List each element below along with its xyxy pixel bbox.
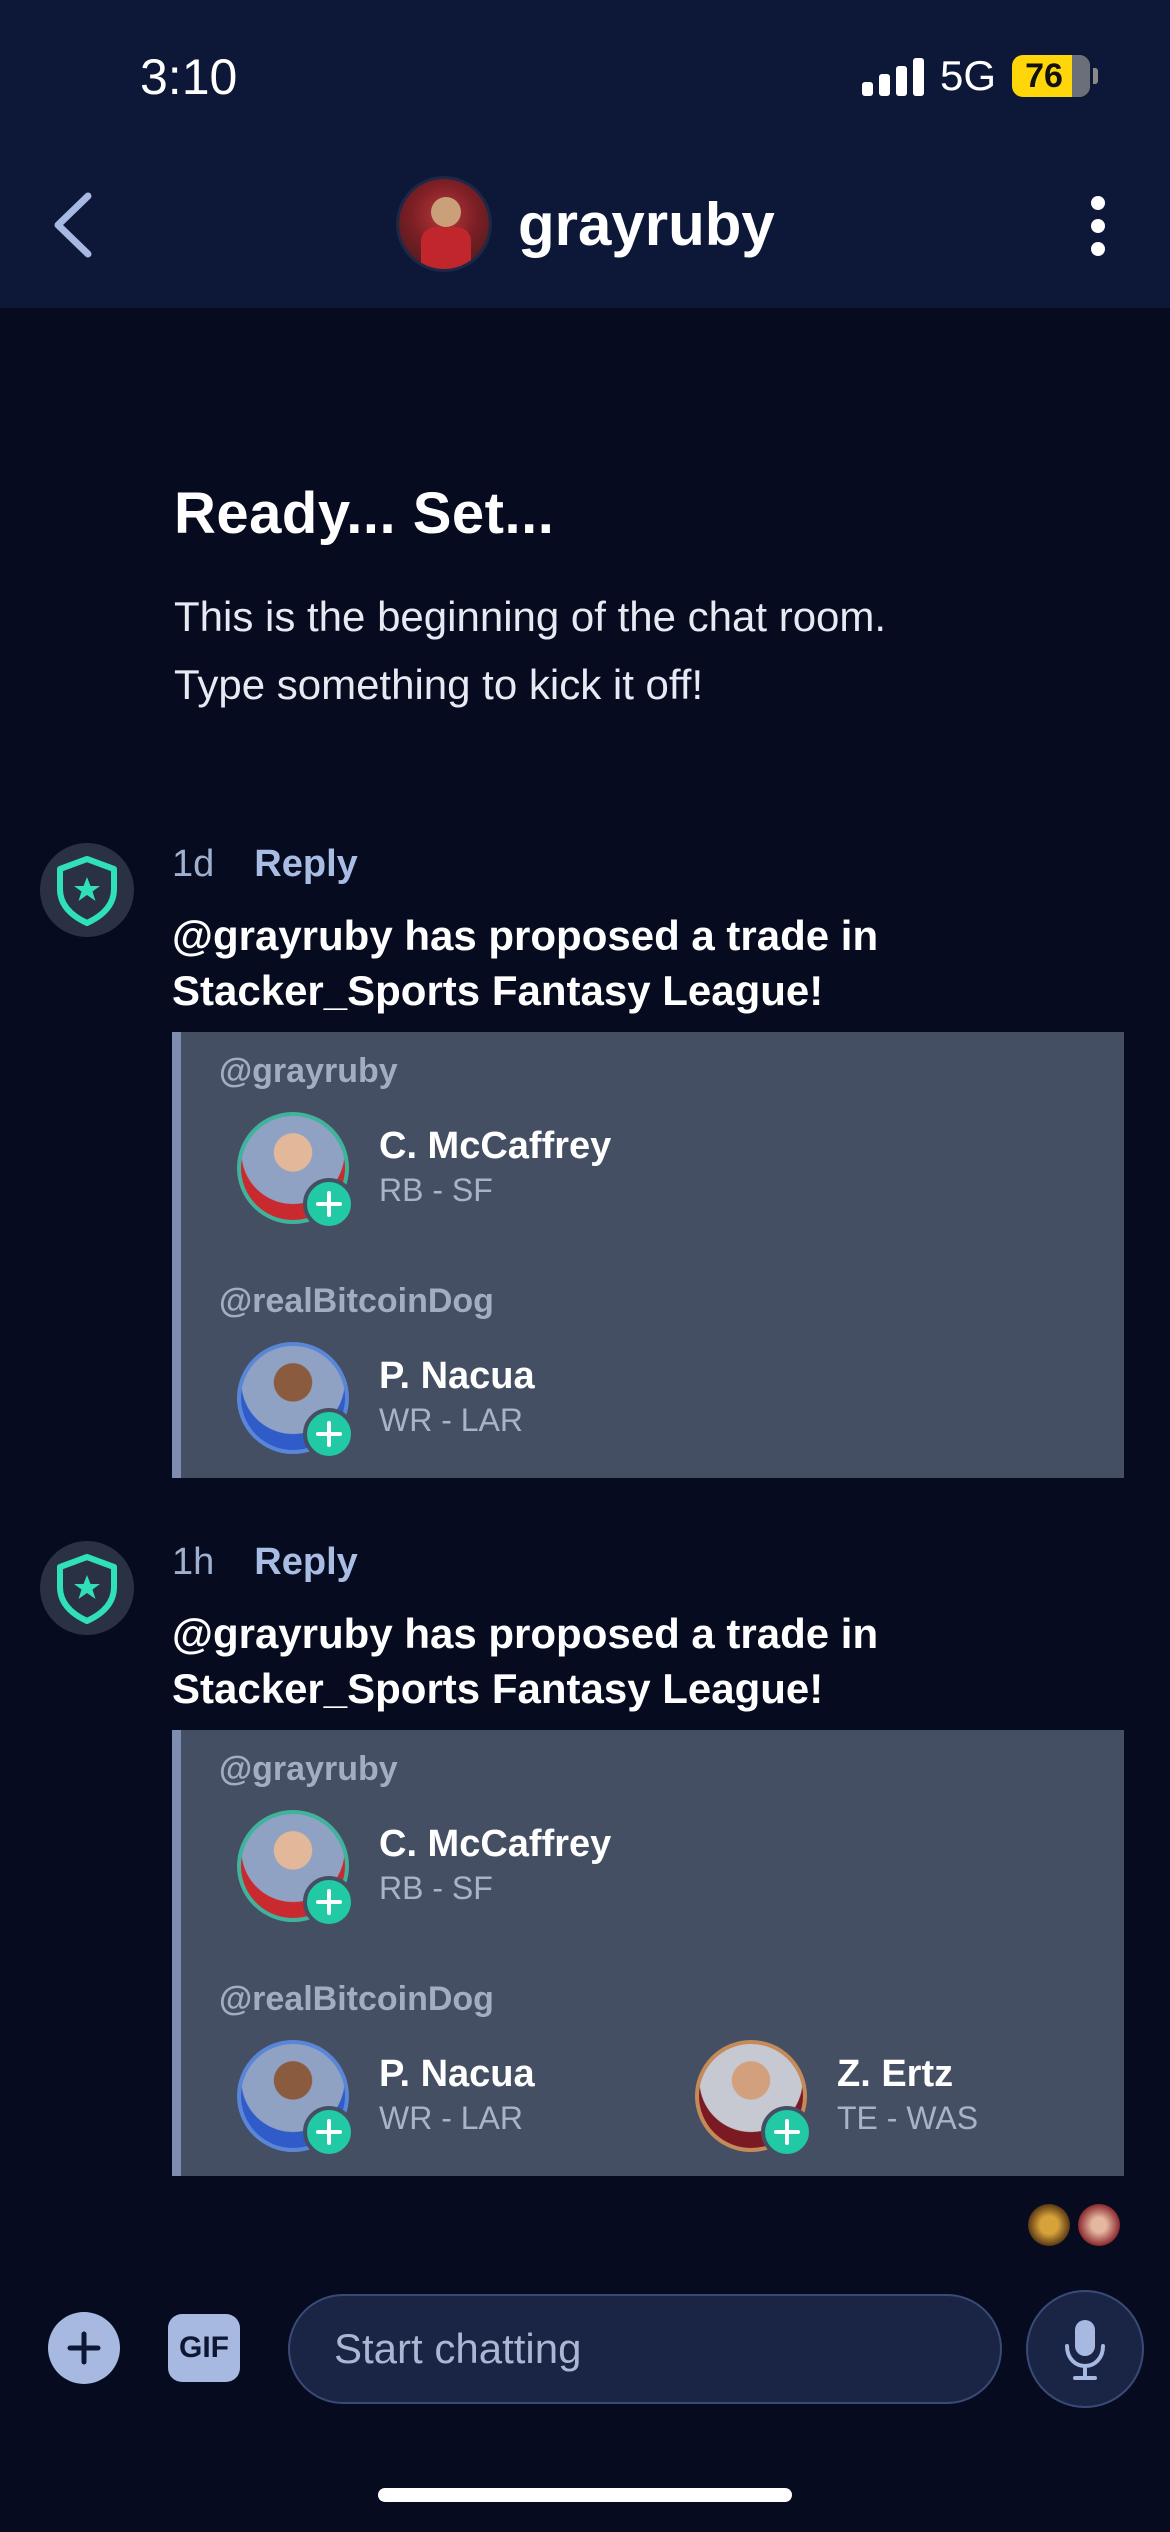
- message-text: @grayruby has proposed a trade in Stacke…: [172, 912, 879, 1014]
- more-vertical-icon[interactable]: [1086, 196, 1110, 256]
- reply-button[interactable]: Reply: [254, 843, 357, 886]
- trade-from-user: @grayruby: [219, 1052, 398, 1090]
- message-time: 1d: [172, 843, 215, 885]
- intro-text: This is the beginning of the chat room. …: [174, 583, 1074, 719]
- signal-icon: [861, 56, 924, 96]
- battery-icon: 76: [1012, 55, 1098, 97]
- intro-line: Type something to kick it off!: [174, 661, 704, 708]
- back-button[interactable]: [40, 180, 110, 270]
- add-button[interactable]: [48, 2312, 120, 2384]
- shield-star-icon: [57, 856, 117, 926]
- home-indicator: [378, 2488, 792, 2502]
- chat-intro: Ready... Set... This is the beginning of…: [174, 480, 1074, 719]
- plus-icon: [67, 2331, 101, 2365]
- status-indicators: 5G 76: [861, 52, 1098, 100]
- player-avatar: [237, 1810, 355, 1928]
- shield-star-icon: [57, 1554, 117, 1624]
- back-chevron-icon: [54, 192, 92, 258]
- player-avatar: [695, 2040, 813, 2158]
- player-name: C. McCaffrey: [379, 1823, 612, 1865]
- trade-card[interactable]: @grayruby C. McCaffrey RB - SF @realBitc…: [172, 1730, 1124, 2176]
- player-info: P. Nacua WR - LAR: [379, 1354, 535, 1442]
- message-text: @grayruby has proposed a trade in Stacke…: [172, 1610, 879, 1712]
- player-name: P. Nacua: [379, 2053, 535, 2095]
- player-avatar: [237, 2040, 355, 2158]
- player-position: RB - SF: [379, 1172, 493, 1208]
- player-item[interactable]: P. Nacua WR - LAR: [237, 1342, 535, 1460]
- battery-level: 76: [1025, 56, 1063, 95]
- intro-title: Ready... Set...: [174, 481, 555, 546]
- message-time: 1h: [172, 1541, 215, 1583]
- player-name: P. Nacua: [379, 1355, 535, 1397]
- message-composer: GIF: [0, 2280, 1170, 2430]
- message-meta: 1d Reply: [172, 843, 358, 886]
- add-icon: [303, 1408, 355, 1460]
- microphone-icon: [1065, 2320, 1105, 2380]
- chat-title: grayruby: [518, 190, 775, 258]
- player-position: TE - WAS: [837, 2100, 979, 2136]
- reply-button[interactable]: Reply: [254, 1541, 357, 1584]
- trade-to-user: @realBitcoinDog: [219, 1980, 494, 2018]
- avatar: [1028, 2204, 1070, 2246]
- player-item[interactable]: P. Nacua WR - LAR: [237, 2040, 535, 2158]
- add-icon: [303, 2106, 355, 2158]
- top-bar: 3:10 5G 76 grayruby: [0, 0, 1170, 308]
- chat-input[interactable]: [288, 2294, 1002, 2404]
- player-position: WR - LAR: [379, 1402, 523, 1438]
- player-info: Z. Ertz TE - WAS: [837, 2052, 978, 2140]
- player-position: RB - SF: [379, 1870, 493, 1906]
- trade-from-user: @grayruby: [219, 1750, 398, 1788]
- avatar: [1078, 2204, 1120, 2246]
- player-name: C. McCaffrey: [379, 1125, 612, 1167]
- player-item[interactable]: C. McCaffrey RB - SF: [237, 1810, 611, 1928]
- status-time: 3:10: [140, 49, 238, 105]
- trade-card[interactable]: @grayruby C. McCaffrey RB - SF @realBitc…: [172, 1032, 1124, 1478]
- player-info: C. McCaffrey RB - SF: [379, 1822, 611, 1910]
- player-avatar: [237, 1112, 355, 1230]
- microphone-button[interactable]: [1026, 2290, 1144, 2408]
- player-avatar: [237, 1342, 355, 1460]
- read-receipts: [1028, 2204, 1120, 2246]
- chat-header[interactable]: grayruby: [396, 176, 775, 272]
- bot-avatar: [40, 1541, 134, 1635]
- add-icon: [761, 2106, 813, 2158]
- message-meta: 1h Reply: [172, 1541, 358, 1584]
- add-icon: [303, 1876, 355, 1928]
- intro-line: This is the beginning of the chat room.: [174, 593, 887, 640]
- player-info: P. Nacua WR - LAR: [379, 2052, 535, 2140]
- player-info: C. McCaffrey RB - SF: [379, 1124, 611, 1212]
- trade-to-user: @realBitcoinDog: [219, 1282, 494, 1320]
- gif-button[interactable]: GIF: [168, 2314, 240, 2382]
- bot-avatar: [40, 843, 134, 937]
- avatar[interactable]: [396, 176, 492, 272]
- player-position: WR - LAR: [379, 2100, 523, 2136]
- player-item[interactable]: Z. Ertz TE - WAS: [695, 2040, 978, 2158]
- add-icon: [303, 1178, 355, 1230]
- network-type: 5G: [939, 52, 996, 99]
- player-item[interactable]: C. McCaffrey RB - SF: [237, 1112, 611, 1230]
- player-name: Z. Ertz: [837, 2053, 954, 2095]
